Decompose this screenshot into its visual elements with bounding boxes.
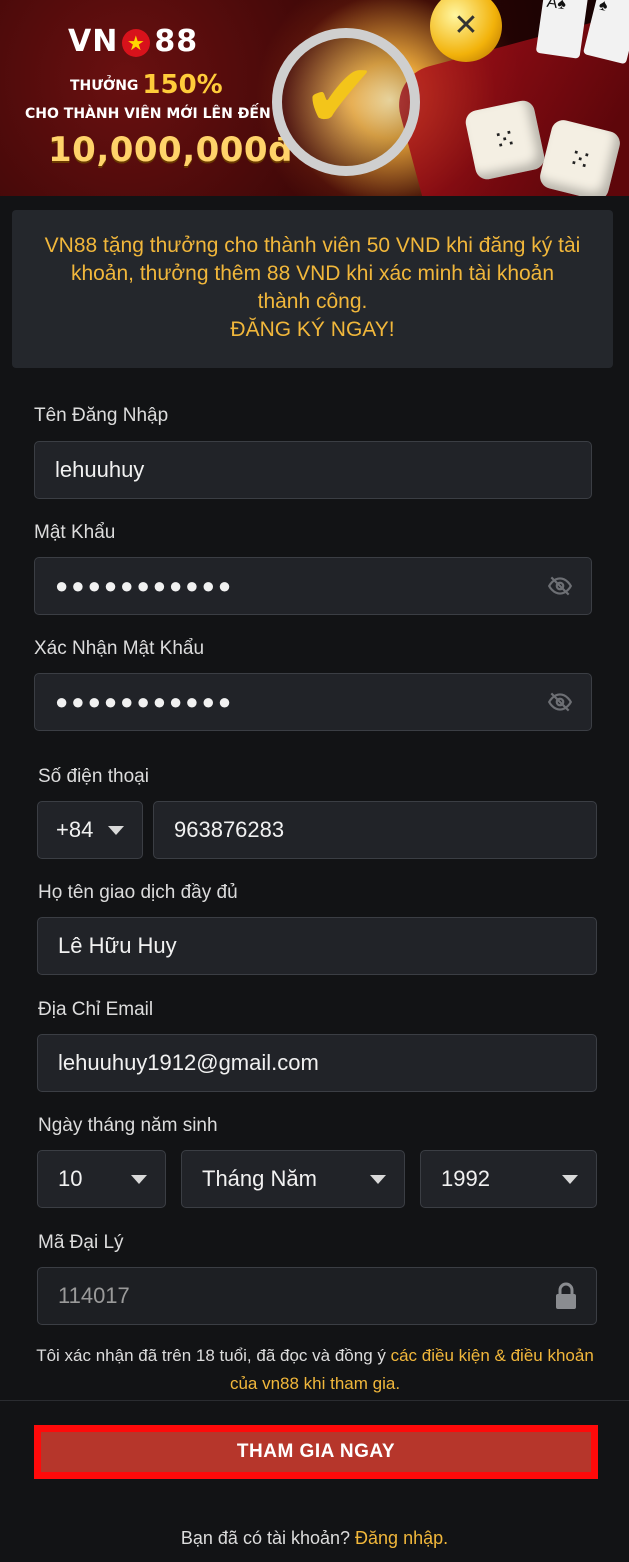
dice-icon: ⁙ <box>463 98 547 182</box>
submit-highlight: THAM GIA NGAY <box>34 1425 598 1479</box>
dob-day-select[interactable]: 10 <box>37 1150 166 1208</box>
eye-off-icon[interactable] <box>547 573 573 599</box>
promo-subtitle: CHO THÀNH VIÊN MỚI LÊN ĐẾN <box>25 106 271 122</box>
promo-amount: 10,000,000đ <box>48 130 293 170</box>
login-link[interactable]: Đăng nhập. <box>355 1528 448 1548</box>
fullname-label: Họ tên giao dịch đầy đủ <box>38 882 238 903</box>
promo-percent: 150% <box>142 70 223 100</box>
phone-label: Số điện thoại <box>38 766 149 787</box>
chevron-down-icon <box>108 825 124 835</box>
welcome-info-text: VN88 tặng thưởng cho thành viên 50 VND k… <box>44 234 581 313</box>
playing-card-icon: A♠ <box>535 0 589 59</box>
join-now-button[interactable]: THAM GIA NGAY <box>41 1432 591 1472</box>
chevron-down-icon <box>562 1174 578 1184</box>
confirm-password-input[interactable]: ●●●●●●●●●●● <box>34 673 592 731</box>
dob-label: Ngày tháng năm sinh <box>38 1115 218 1136</box>
terms-statement: Tôi xác nhận đã trên 18 tuổi, đã đọc và … <box>36 1346 594 1393</box>
country-code-select[interactable]: +84 <box>37 801 143 859</box>
checkmark-icon: ✔ <box>302 47 378 147</box>
register-now-cta: ĐĂNG KÝ NGAY! <box>230 318 395 341</box>
email-input[interactable]: lehuuhuy1912@gmail.com <box>37 1034 597 1092</box>
password-label: Mật Khẩu <box>34 522 116 543</box>
promo-bonus-line: THƯỞNG 150% <box>70 70 223 100</box>
username-label: Tên Đăng Nhập <box>34 405 169 426</box>
chevron-down-icon <box>131 1174 147 1184</box>
password-input[interactable]: ●●●●●●●●●●● <box>34 557 592 615</box>
confirm-password-label: Xác Nhận Mật Khẩu <box>34 638 205 659</box>
lock-icon <box>556 1282 576 1309</box>
section-divider <box>0 1400 629 1401</box>
fullname-input[interactable]: Lê Hữu Huy <box>37 917 597 975</box>
playing-card-icon: ♠ <box>582 0 629 65</box>
star-icon: ★ <box>122 28 151 57</box>
dob-year-select[interactable]: 1992 <box>420 1150 597 1208</box>
agent-code-label: Mã Đại Lý <box>38 1232 124 1253</box>
chevron-down-icon <box>370 1174 386 1184</box>
email-label: Địa Chỉ Email <box>38 999 154 1020</box>
brand-logo: VN ★ 88 <box>68 24 199 59</box>
eye-off-icon[interactable] <box>547 689 573 715</box>
promo-banner[interactable]: VN ★ 88 THƯỞNG 150% CHO THÀNH VIÊN MỚI LÊN … <box>0 0 629 196</box>
welcome-info-box: VN88 tặng thưởng cho thành viên 50 VND k… <box>12 210 613 368</box>
agent-code-input: 114017 <box>37 1267 597 1325</box>
phone-input[interactable]: 963876283 <box>153 801 597 859</box>
username-input[interactable]: lehuuhuy <box>34 441 592 499</box>
dob-month-select[interactable]: Tháng Năm <box>181 1150 405 1208</box>
login-prompt: Bạn đã có tài khoản? Đăng nhập. <box>180 1528 449 1548</box>
